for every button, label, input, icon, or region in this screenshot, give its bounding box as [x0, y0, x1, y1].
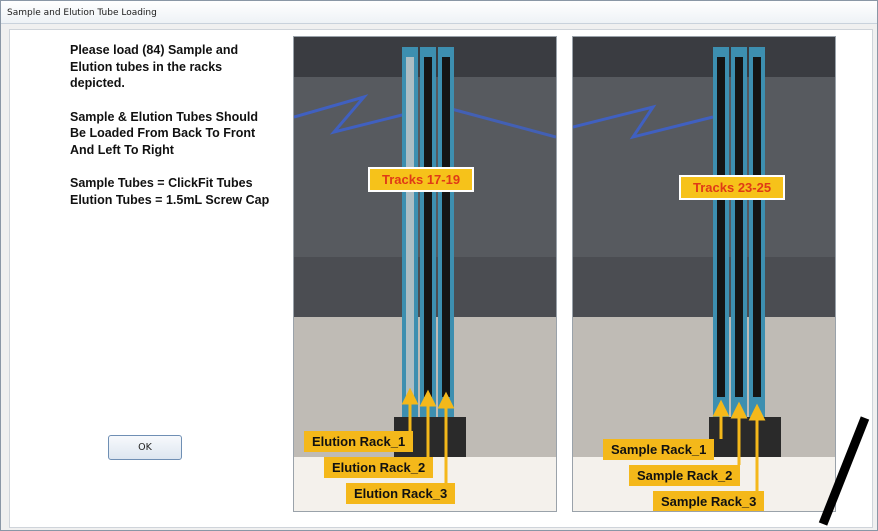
instruction-line: Elution Tubes = 1.5mL Screw Cap: [70, 192, 270, 207]
instruction-line: Sample & Elution Tubes Should: [70, 109, 258, 124]
tube-types: Sample Tubes = ClickFit Tubes Elution Tu…: [70, 175, 290, 208]
elution-rack-photo: Tracks 17-19 Elution Rack_1 Elution Rack…: [293, 36, 557, 512]
ok-button[interactable]: OK: [108, 435, 182, 460]
window-title: Sample and Elution Tube Loading: [7, 8, 157, 18]
instruction-line: depicted.: [70, 76, 125, 90]
instruction-line: Please load (84) Sample and: [70, 43, 239, 57]
instruction-line: Elution tubes in the racks: [70, 59, 223, 74]
title-bar[interactable]: Sample and Elution Tube Loading: [1, 1, 877, 24]
dialog-content: Please load (84) Sample and Elution tube…: [9, 29, 873, 528]
instruction-line: And Left To Right: [70, 142, 174, 157]
order-instruction: Sample & Elution Tubes Should Be Loaded …: [70, 109, 290, 159]
arrow-overlay: [401, 387, 455, 483]
arrow-overlay: [712, 399, 766, 491]
instruction-line: Be Loaded From Back To Front: [70, 126, 256, 140]
load-instruction: Please load (84) Sample and Elution tube…: [70, 42, 290, 92]
dialog-window: Sample and Elution Tube Loading Please l…: [0, 0, 878, 531]
instructions-text: Please load (84) Sample and Elution tube…: [70, 42, 290, 225]
instruction-line: Sample Tubes = ClickFit Tubes: [70, 176, 253, 190]
sample-rack-photo: Tracks 23-25 Sample Rack_1 Sample Rack_2…: [572, 36, 836, 512]
